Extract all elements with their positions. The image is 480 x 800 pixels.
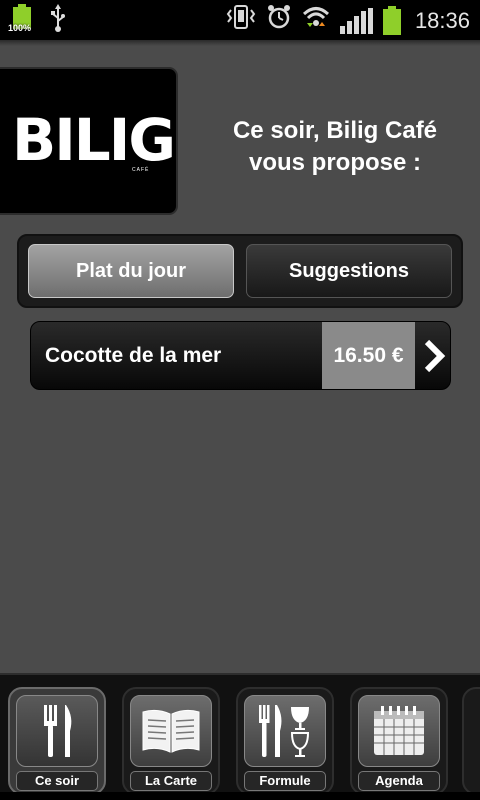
open-book-icon	[130, 695, 212, 767]
nav-la-carte[interactable]: La Carte	[122, 687, 220, 795]
nav-label: La Carte	[130, 771, 212, 791]
nav-formule[interactable]: Formule	[236, 687, 334, 795]
fork-knife-glass-icon	[244, 695, 326, 767]
nav-label: Ce soir	[16, 771, 98, 791]
nav-ce-soir[interactable]: Ce soir	[8, 687, 106, 795]
tab-suggestions[interactable]: Suggestions	[246, 244, 452, 298]
nav-agenda[interactable]: Agenda	[350, 687, 448, 795]
battery-full-icon: 100%	[8, 4, 32, 33]
bilig-logo: BILIG CAFÉ	[0, 67, 178, 215]
clock: 18:36	[414, 8, 470, 33]
intro-heading: Ce soir, Bilig Café vous propose :	[190, 115, 480, 179]
alarm-clock-icon	[266, 4, 292, 38]
logo-subtext: CAFÉ	[132, 167, 150, 173]
usb-icon	[50, 4, 66, 39]
battery-icon	[382, 6, 401, 36]
dish-price: 16.50 €	[322, 322, 415, 389]
battery-percent: 100%	[8, 23, 32, 33]
fork-knife-icon	[16, 695, 98, 767]
intro-line-1: Ce soir, Bilig Café	[232, 117, 438, 144]
nav-more-partial[interactable]	[462, 687, 480, 795]
segmented-tabs: Plat du jour Suggestions	[17, 234, 463, 308]
logo-text: BILIG	[12, 106, 176, 174]
signal-strength-icon	[339, 8, 373, 34]
wifi-icon	[302, 4, 330, 38]
chevron-right-icon	[416, 322, 450, 389]
tab-plat-du-jour[interactable]: Plat du jour	[28, 244, 234, 298]
nav-label: Formule	[244, 771, 326, 791]
dish-list-item[interactable]: Cocotte de la mer 16.50 €	[30, 321, 451, 390]
intro-line-2: vous propose :	[248, 149, 422, 176]
bottom-edge	[0, 792, 480, 800]
calendar-icon	[358, 695, 440, 767]
status-bar: 100% 18:36	[0, 0, 480, 40]
bottom-navigation: Ce soir La Carte Formule Agenda	[0, 673, 480, 800]
header-shadow	[0, 40, 480, 46]
nav-label: Agenda	[358, 771, 440, 791]
vibrate-icon	[226, 4, 256, 38]
dish-name: Cocotte de la mer	[45, 344, 222, 367]
